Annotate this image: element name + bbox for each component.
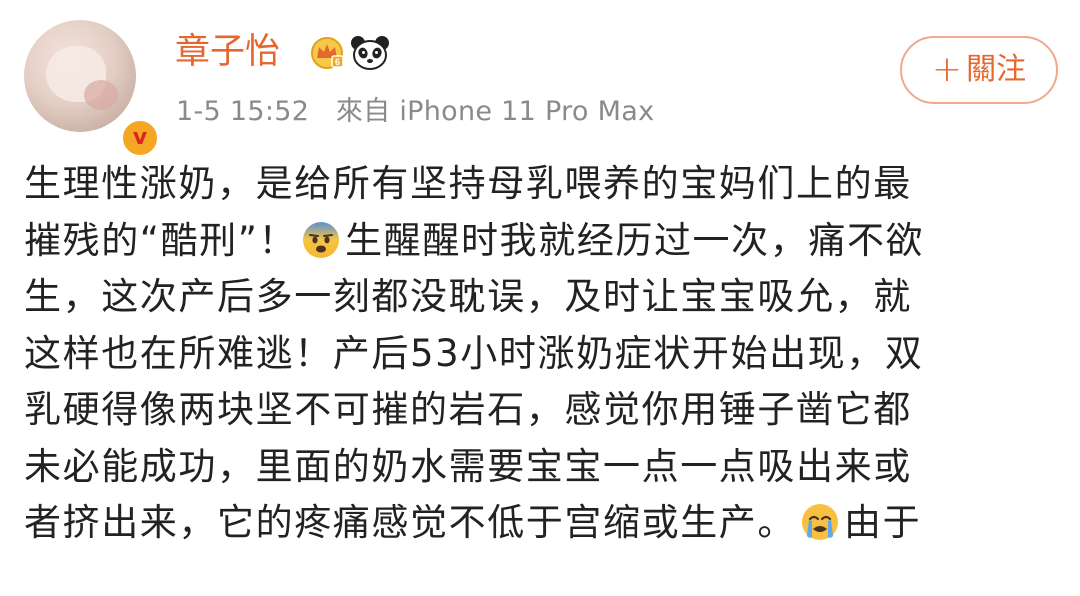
post-timestamp: 1-5 15:52 — [176, 96, 310, 127]
post-body: 生理性涨奶，是给所有坚持母乳喂养的宝妈们上的最 摧残的“酷刑”！ 生醒醒时我就经… — [24, 156, 1064, 552]
crown-badge-icon[interactable]: 6 — [308, 36, 346, 70]
plus-icon: + — [931, 49, 963, 90]
follow-button-label: 關注 — [966, 52, 1027, 87]
fearful-face-emoji — [303, 221, 340, 258]
post-text-line: 者挤出来，它的疼痛感觉不低于宫缩或生产。 由于 — [24, 501, 922, 544]
follow-button[interactable]: + 關注 — [900, 36, 1058, 104]
post-text-line: 摧残的“酷刑”！ 生醒醒时我就经历过一次，痛不欲 — [24, 218, 925, 262]
post-text-line: 这样也在所难逃！产后53小时涨奶症状开始出现，双 — [24, 331, 924, 375]
verified-badge-icon: v — [120, 118, 160, 158]
username[interactable]: 章子怡 — [175, 28, 280, 76]
post-meta: 1-5 15:52 來自 iPhone 11 Pro Max — [176, 92, 654, 132]
post-text-line: 生理性涨奶，是给所有坚持母乳喂养的宝妈们上的最 — [24, 162, 912, 205]
post-source[interactable]: 來自 iPhone 11 Pro Max — [336, 96, 654, 127]
avatar-photo-detail-2 — [84, 80, 118, 110]
svg-text:6: 6 — [335, 57, 340, 67]
avatar[interactable]: v — [24, 20, 160, 158]
crying-face-emoji — [802, 504, 838, 540]
post-text-line: 乳硬得像两块坚不可摧的岩石，感觉你用锤子凿它都 — [24, 388, 912, 431]
panda-icon[interactable] — [350, 34, 390, 72]
post-text-line: 生，这次产后多一刻都没耽误，及时让宝宝吸允，就 — [24, 275, 912, 318]
post-text-line: 未必能成功，里面的奶水需要宝宝一点一点吸出来或 — [24, 444, 912, 488]
